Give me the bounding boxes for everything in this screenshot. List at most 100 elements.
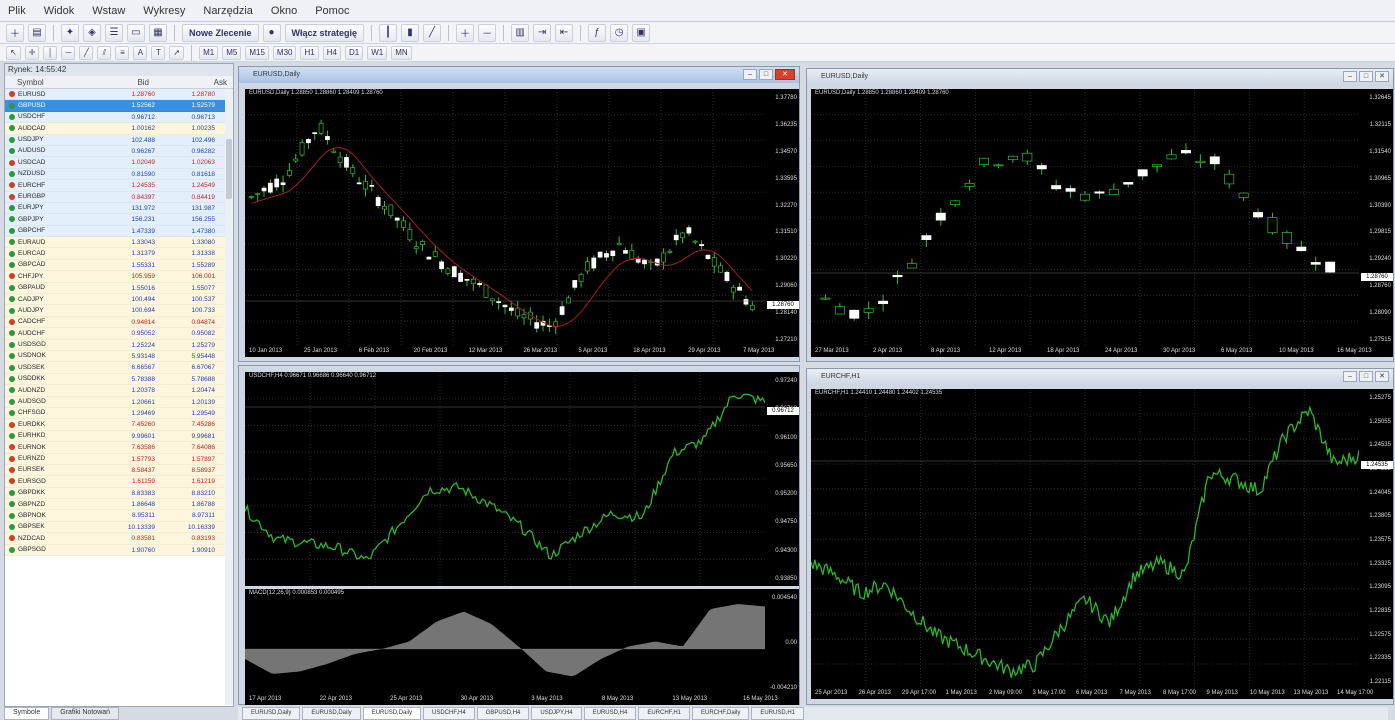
scrollbar-thumb[interactable]: [226, 139, 232, 199]
market-watch-row[interactable]: EURAUD 1.33043 1.33080: [5, 237, 233, 249]
market-watch-row[interactable]: CADJPY 100.494 100.537: [5, 294, 233, 306]
market-watch-row[interactable]: USDSEK 6.66567 6.67067: [5, 362, 233, 374]
zoom-out-icon[interactable]: －: [478, 23, 497, 42]
tab-symbols[interactable]: Symbole: [4, 707, 50, 720]
market-watch-scrollbar[interactable]: [225, 89, 233, 705]
market-watch-row[interactable]: USDNOK 5.93148 5.95448: [5, 350, 233, 363]
chart-window-usdchf-h4[interactable]: USDCHF,H4 0.96671 0.96686 0.96640 0.9671…: [238, 365, 800, 705]
market-watch-row[interactable]: EURCAD 1.31379 1.31338: [5, 248, 233, 260]
period-w1-button[interactable]: W1: [367, 45, 388, 60]
zoom-in-icon[interactable]: ＋: [456, 23, 475, 42]
market-watch-row[interactable]: AUDNZD 1.20378 1.20474: [5, 385, 233, 397]
menu-window[interactable]: Okno: [271, 5, 297, 17]
crosshair-icon[interactable]: ✛: [24, 45, 40, 60]
menu-charts[interactable]: Wykresy: [143, 5, 185, 17]
market-watch-row[interactable]: GBPSEK 10.13339 10.16339: [5, 521, 233, 534]
periods-icon[interactable]: ◷: [610, 23, 629, 42]
market-watch-row[interactable]: EURGBP 0.84397 0.84419: [5, 191, 233, 203]
cursor-icon[interactable]: ↖: [6, 45, 21, 60]
menu-help[interactable]: Pomoc: [315, 5, 349, 17]
label-icon[interactable]: T: [151, 45, 166, 60]
chart-tab[interactable]: EURUSD,H1: [751, 707, 805, 720]
auto-trading-button[interactable]: Włącz strategię: [284, 23, 365, 42]
market-watch-icon[interactable]: ✦: [61, 23, 79, 42]
chart-plot[interactable]: EURUSD,Daily 1.28850 1.28860 1.28409 1.2…: [811, 89, 1359, 347]
market-watch-row[interactable]: EURJPY 131.972 131.987: [5, 202, 233, 215]
close-icon[interactable]: ✕: [1375, 371, 1389, 382]
chart-tab[interactable]: EURUSD,Daily: [302, 707, 361, 720]
market-watch-row[interactable]: AUDCAD 1.00162 1.00235: [5, 123, 233, 135]
market-watch-row[interactable]: EURNZD 1.57793 1.57897: [5, 453, 233, 465]
maximize-icon[interactable]: □: [1359, 371, 1373, 382]
symbol-column-header[interactable]: Symbol: [5, 76, 77, 88]
market-watch-row[interactable]: GBPCHF 1.47339 1.47380: [5, 225, 233, 238]
market-watch-row[interactable]: USDCHF 0.96712 0.96713: [5, 111, 233, 124]
chart-window-eurusd-daily-2[interactable]: EURUSD,Daily – □ ✕ EURUSD,Daily 1.28850 …: [806, 68, 1394, 362]
market-watch-row[interactable]: EURDKK 7.45260 7.45286: [5, 419, 233, 431]
fibonacci-icon[interactable]: ≡: [115, 45, 130, 60]
market-watch-row[interactable]: EURSEK 8.58437 8.58937: [5, 464, 233, 477]
period-m1-button[interactable]: M1: [199, 45, 219, 60]
period-m30-button[interactable]: M30: [272, 45, 297, 60]
market-watch-row[interactable]: AUDUSD 0.96267 0.96282: [5, 145, 233, 158]
candle-chart-icon[interactable]: ▮: [401, 23, 420, 42]
bar-chart-icon[interactable]: ┃: [379, 23, 398, 42]
market-watch-row[interactable]: GBPDKK 8.83383 8.83210: [5, 487, 233, 500]
line-chart-icon[interactable]: ╱: [423, 23, 442, 42]
chart-tab[interactable]: EURUSD,Daily: [242, 707, 301, 720]
ask-column-header[interactable]: Ask: [155, 76, 233, 88]
market-watch-row[interactable]: EURCHF 1.24535 1.24549: [5, 180, 233, 192]
market-watch-row[interactable]: GBPNZD 1.86648 1.86788: [5, 499, 233, 511]
market-watch-row[interactable]: CADCHF 0.94814 0.94874: [5, 316, 233, 329]
market-watch-row[interactable]: GBPJPY 156.231 156.255: [5, 214, 233, 226]
market-watch-row[interactable]: EURNOK 7.63586 7.64086: [5, 442, 233, 454]
channel-icon[interactable]: ⫽: [97, 45, 112, 60]
market-watch-row[interactable]: GBPAUD 1.55016 1.55077: [5, 282, 233, 295]
templates-icon[interactable]: ▣: [632, 23, 651, 42]
chart-shift-icon[interactable]: ⇤: [555, 23, 574, 42]
market-watch-row[interactable]: USDJPY 102.488 102.496: [5, 134, 233, 146]
minimize-icon[interactable]: –: [1343, 71, 1357, 82]
menu-view[interactable]: Widok: [44, 5, 75, 17]
vertical-line-icon[interactable]: │: [43, 45, 58, 60]
new-order-button[interactable]: Nowe Zlecenie: [182, 23, 259, 42]
chart-tab[interactable]: EURUSD,Daily: [362, 707, 422, 720]
market-watch-row[interactable]: GBPNOK 8.95311 8.97311: [5, 510, 233, 522]
market-watch-row[interactable]: CHFSGD 1.29469 1.29549: [5, 407, 233, 420]
chart-plot[interactable]: EURCHF,H1 1.24410 1.24480 1.24402 1.2453…: [811, 389, 1359, 689]
trendline-icon[interactable]: ╱: [79, 45, 94, 60]
terminal-icon[interactable]: ▭: [127, 23, 145, 42]
chart-window-eurusd-daily[interactable]: EURUSD,Daily – □ ✕ EURUSD,Daily 1.28850 …: [238, 66, 800, 362]
tester-icon[interactable]: ▦: [149, 23, 167, 42]
data-window-icon[interactable]: ◈: [83, 23, 101, 42]
maximize-icon[interactable]: □: [759, 69, 773, 80]
market-watch-row[interactable]: USDSGD 1.25224 1.25279: [5, 339, 233, 351]
autoscroll-icon[interactable]: ⇥: [533, 23, 552, 42]
horizontal-line-icon[interactable]: ─: [61, 45, 76, 60]
close-icon[interactable]: ✕: [1375, 71, 1389, 82]
arrow-icon[interactable]: ➚: [169, 45, 185, 60]
market-watch-row[interactable]: AUDJPY 100.694 100.733: [5, 305, 233, 317]
chart-tab[interactable]: USDCHF,H4: [423, 707, 475, 720]
tab-tick-charts[interactable]: Grafiki Notowań: [51, 707, 120, 720]
new-chart-icon[interactable]: ＋: [6, 23, 24, 42]
market-watch-row[interactable]: CHFJPY 105.959 106.001: [5, 271, 233, 283]
bid-column-header[interactable]: Bid: [77, 76, 155, 88]
metaeditor-icon[interactable]: ●: [262, 23, 281, 42]
menu-insert[interactable]: Wstaw: [92, 5, 125, 17]
menu-tools[interactable]: Narzędzia: [203, 5, 253, 17]
chart-plot[interactable]: EURUSD,Daily 1.28850 1.28860 1.28409 1.2…: [245, 89, 765, 347]
market-watch-row[interactable]: NZDCAD 0.83581 0.83193: [5, 533, 233, 545]
chart-tab[interactable]: EURUSD,H4: [583, 707, 637, 720]
menu-file[interactable]: Plik: [8, 5, 26, 17]
chart-window-eurchf-h1[interactable]: EURCHF,H1 – □ ✕ EURCHF,H1 1.24410 1.2448…: [806, 368, 1394, 705]
minimize-icon[interactable]: –: [743, 69, 757, 80]
market-watch-row[interactable]: GBPSGD 1.90760 1.90910: [5, 544, 233, 557]
navigator-icon[interactable]: ☰: [105, 23, 123, 42]
macd-subwindow[interactable]: MACD(12,26,9) 0.000853 0.000495: [245, 589, 765, 695]
market-watch-row[interactable]: GBPUSD 1.52562 1.52579: [5, 100, 233, 112]
chart-tab[interactable]: USDJPY,H4: [531, 707, 582, 720]
close-icon[interactable]: ✕: [775, 69, 795, 80]
tile-windows-icon[interactable]: ▥: [511, 23, 530, 42]
chart-tab[interactable]: EURCHF,Daily: [692, 707, 750, 720]
